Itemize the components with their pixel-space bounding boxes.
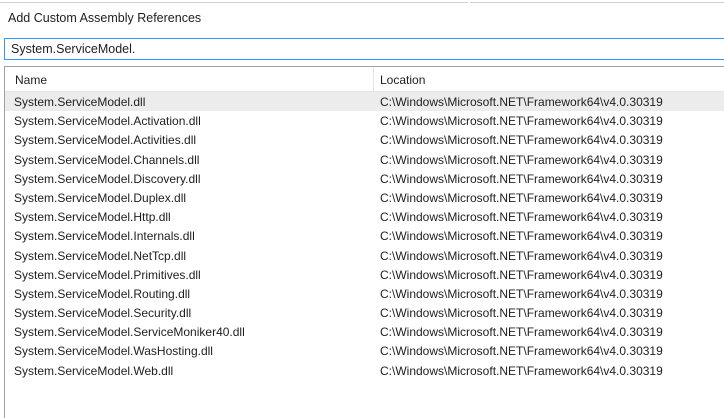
assembly-name: System.ServiceModel.Activation.dll	[14, 114, 201, 129]
column-header-name[interactable]: Name	[15, 73, 47, 87]
assembly-name: System.ServiceModel.Http.dll	[14, 210, 171, 225]
list-item[interactable]: System.ServiceModel.Routing.dll C:\Window…	[5, 284, 724, 303]
assembly-name: System.ServiceModel.Discovery.dll	[14, 171, 201, 186]
list-item[interactable]: System.ServiceModel.Web.dll C:\Windows\Mi…	[5, 361, 724, 380]
column-header-location[interactable]: Location	[380, 73, 425, 87]
assembly-name: System.ServiceModel.Internals.dll	[14, 229, 195, 244]
list-item[interactable]: System.ServiceModel.Activation.dll C:\Win…	[5, 111, 724, 130]
assembly-location: C:\Windows\Microsoft.NET\Framework64\v4.…	[380, 267, 663, 282]
assembly-name: System.ServiceModel.dll	[14, 95, 146, 109]
assembly-location: C:\Windows\Microsoft.NET\Framework64\v4.…	[380, 210, 663, 225]
assembly-name: System.ServiceModel.Security.dll	[14, 306, 192, 321]
background-column-edge	[0, 0, 468, 3]
list-item[interactable]: System.ServiceModel.dll C:\Windows\Micros…	[5, 92, 724, 112]
assembly-name: System.ServiceModel.Routing.dll	[14, 286, 191, 301]
add-custom-assembly-references-dialog: Add Custom Assembly References Name Loca…	[0, 0, 724, 418]
assembly-location: C:\Windows\Microsoft.NET\Framework64\v4.…	[380, 248, 663, 263]
assembly-name: System.ServiceModel.ServiceMoniker40.dll	[14, 325, 245, 340]
assembly-location: C:\Windows\Microsoft.NET\Framework64\v4.…	[380, 229, 663, 244]
assembly-list[interactable]: Name Location System.ServiceModel.dll C:\…	[4, 66, 724, 418]
assembly-location: C:\Windows\Microsoft.NET\Framework64\v4.…	[380, 325, 663, 340]
list-item[interactable]: System.ServiceModel.Http.dll C:\Windows\M…	[5, 207, 724, 226]
assembly-location: C:\Windows\Microsoft.NET\Framework64\v4.…	[380, 190, 663, 205]
assembly-name: System.ServiceModel.WasHosting.dll	[14, 344, 213, 359]
assembly-location: C:\Windows\Microsoft.NET\Framework64\v4.…	[380, 133, 663, 148]
background-column-edge	[470, 0, 724, 3]
assembly-name: System.ServiceModel.Duplex.dll	[14, 190, 187, 205]
search-box[interactable]	[4, 38, 724, 60]
assembly-location: C:\Windows\Microsoft.NET\Framework64\v4.…	[380, 152, 663, 167]
column-divider[interactable]	[373, 67, 374, 91]
dialog-title: Add Custom Assembly References	[8, 11, 202, 25]
list-item[interactable]: System.ServiceModel.Activities.dll C:\Win…	[5, 130, 724, 149]
list-item[interactable]: System.ServiceModel.WasHosting.dll C:\Win…	[5, 341, 724, 360]
assembly-name: System.ServiceModel.Primitives.dll	[14, 267, 201, 282]
list-item[interactable]: System.ServiceModel.Channels.dll C:\Windo…	[5, 150, 724, 169]
assembly-name: System.ServiceModel.Channels.dll	[14, 152, 200, 167]
assembly-location: C:\Windows\Microsoft.NET\Framework64\v4.…	[380, 114, 663, 129]
list-item[interactable]: System.ServiceModel.Internals.dll C:\Wind…	[5, 226, 724, 245]
list-item[interactable]: System.ServiceModel.Primitives.dll C:\Win…	[5, 265, 724, 284]
assembly-name: System.ServiceModel.Activities.dll	[14, 133, 197, 148]
list-rows: System.ServiceModel.dll C:\Windows\Micros…	[5, 92, 724, 380]
assembly-location: C:\Windows\Microsoft.NET\Framework64\v4.…	[380, 95, 663, 109]
assembly-location: C:\Windows\Microsoft.NET\Framework64\v4.…	[380, 286, 663, 301]
dialog-titlebar: Add Custom Assembly References	[0, 4, 724, 34]
assembly-name: System.ServiceModel.Web.dll	[14, 363, 174, 378]
list-item[interactable]: System.ServiceModel.NetTcp.dll C:\Windows…	[5, 246, 724, 265]
search-input[interactable]	[11, 41, 711, 57]
assembly-name: System.ServiceModel.NetTcp.dll	[14, 248, 187, 263]
list-item[interactable]: System.ServiceModel.ServiceMoniker40.dll…	[5, 322, 724, 341]
list-item[interactable]: System.ServiceModel.Discovery.dll C:\Wind…	[5, 169, 724, 188]
list-header: Name Location	[5, 67, 724, 92]
assembly-location: C:\Windows\Microsoft.NET\Framework64\v4.…	[380, 344, 663, 359]
assembly-location: C:\Windows\Microsoft.NET\Framework64\v4.…	[380, 171, 663, 186]
assembly-location: C:\Windows\Microsoft.NET\Framework64\v4.…	[380, 363, 663, 378]
list-item[interactable]: System.ServiceModel.Security.dll C:\Windo…	[5, 303, 724, 322]
list-item[interactable]: System.ServiceModel.Duplex.dll C:\Windows…	[5, 188, 724, 207]
assembly-location: C:\Windows\Microsoft.NET\Framework64\v4.…	[380, 306, 663, 321]
